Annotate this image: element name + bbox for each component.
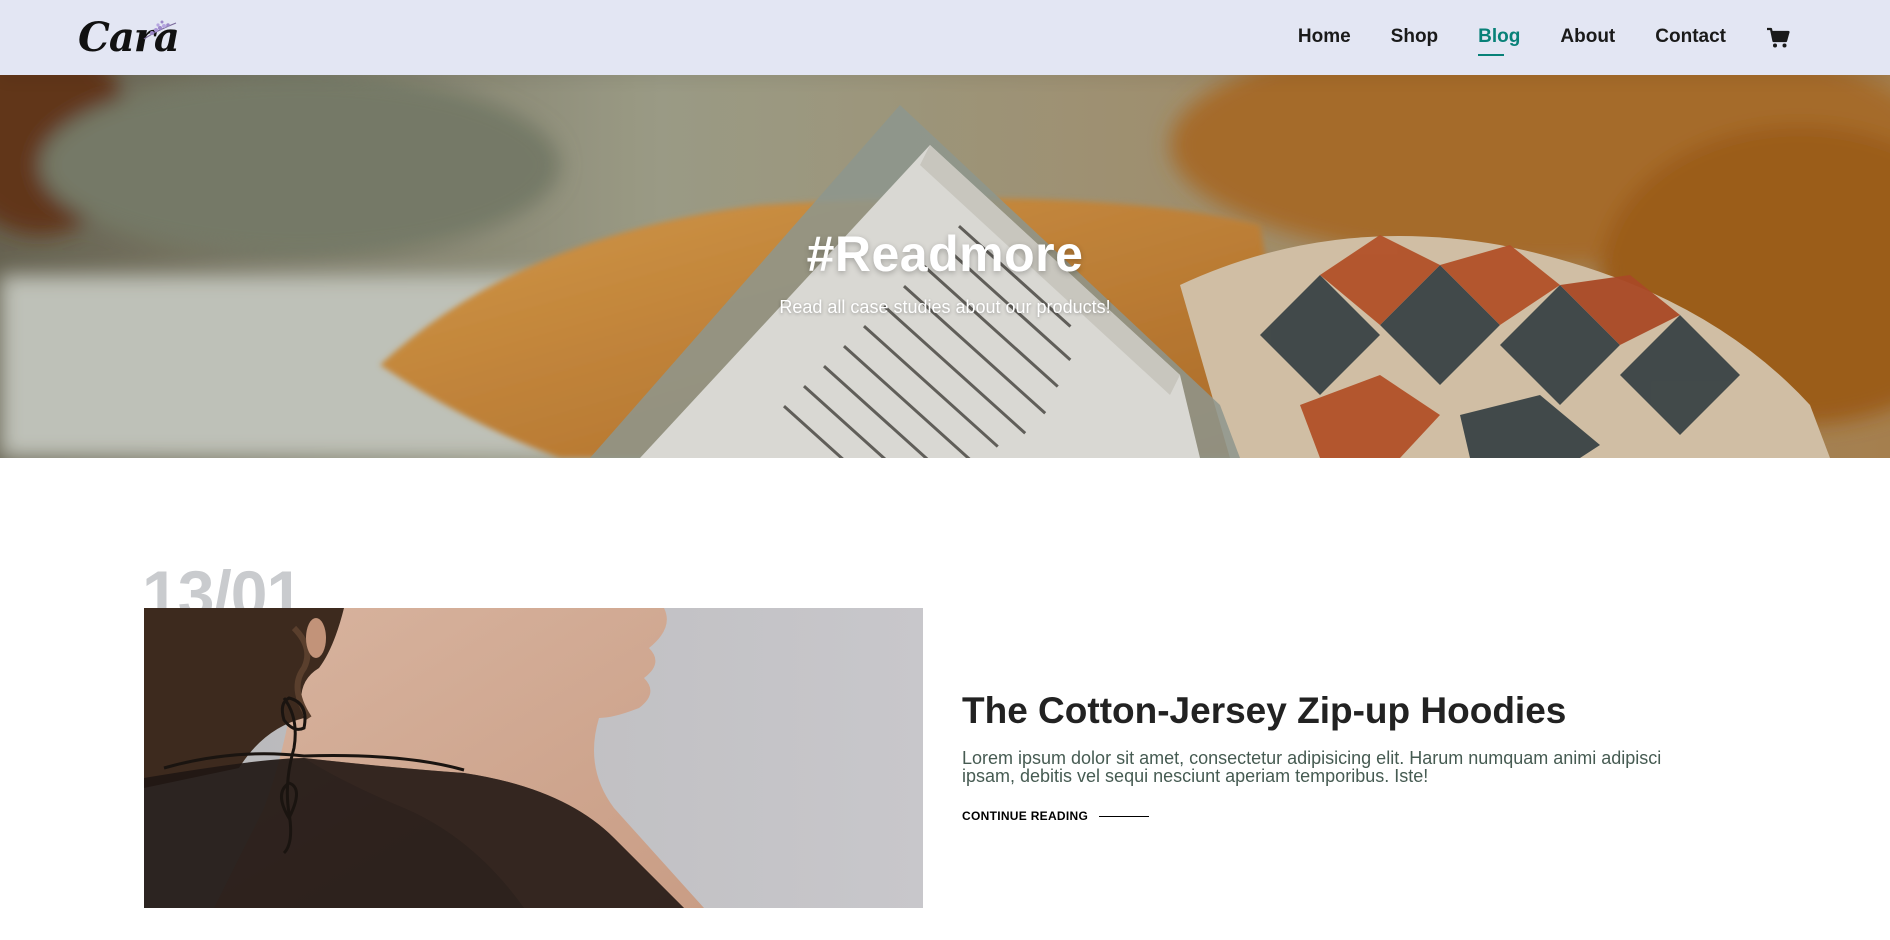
nav-item-contact[interactable]: Contact <box>1655 26 1726 50</box>
continue-reading-label: CONTINUE READING <box>962 809 1089 823</box>
nav-item-home[interactable]: Home <box>1298 26 1351 50</box>
blog-hero-banner: #Readmore Read all case studies about ou… <box>0 75 1890 458</box>
cart-icon <box>1767 27 1790 47</box>
post-title[interactable]: The Cotton-Jersey Zip-up Hoodies <box>962 690 1712 732</box>
hero-content: #Readmore Read all case studies about ou… <box>0 75 1890 458</box>
post-details: The Cotton-Jersey Zip-up Hoodies Lorem i… <box>962 690 1712 823</box>
nav-item-about[interactable]: About <box>1560 26 1615 50</box>
main-nav: Home Shop Blog About Contact <box>1258 26 1792 56</box>
hero-title: #Readmore <box>806 226 1084 282</box>
cart-button[interactable] <box>1766 26 1792 50</box>
post-image[interactable] <box>144 608 923 908</box>
brand-logo[interactable]: Cara <box>78 13 180 63</box>
nav-list: Home Shop Blog About Contact <box>1258 26 1792 56</box>
lavender-sprig-icon <box>143 20 177 39</box>
continue-reading-line <box>1099 815 1150 817</box>
post-photo <box>144 608 923 908</box>
site-header: Cara Home Shop Blog About Contact <box>0 0 1890 75</box>
post-excerpt: Lorem ipsum dolor sit amet, consectetur … <box>962 748 1662 786</box>
nav-item-blog[interactable]: Blog <box>1478 26 1520 56</box>
hero-subtitle: Read all case studies about our products… <box>779 297 1111 317</box>
continue-reading-link[interactable]: CONTINUE READING <box>962 809 1150 823</box>
nav-item-shop[interactable]: Shop <box>1391 26 1439 50</box>
